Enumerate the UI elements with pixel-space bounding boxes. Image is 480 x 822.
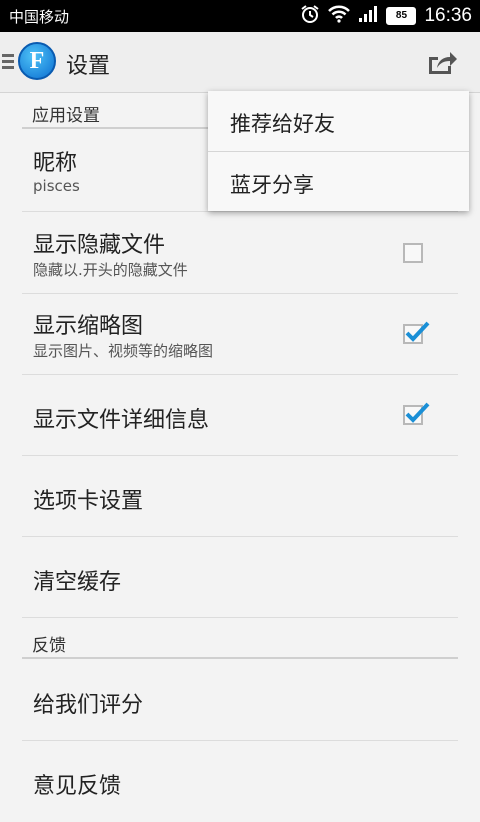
signal-icon xyxy=(358,5,378,27)
check-icon xyxy=(405,321,430,342)
alarm-icon xyxy=(300,4,320,28)
list-item-show-file-details[interactable]: 显示文件详细信息 xyxy=(22,375,458,456)
status-icons: 85 16:36 xyxy=(300,4,472,28)
clock: 16:36 xyxy=(424,5,472,26)
app-logo[interactable]: F xyxy=(18,42,56,80)
list-item-rate-us[interactable]: 给我们评分 xyxy=(22,660,458,741)
menu-item-bluetooth-share[interactable]: 蓝牙分享 xyxy=(208,152,469,212)
battery-icon: 85 xyxy=(386,7,417,25)
share-popup-menu: 推荐给好友 蓝牙分享 xyxy=(208,91,469,211)
show-thumbnails-checkbox[interactable] xyxy=(403,321,430,344)
item-title: 清空缓存 xyxy=(33,570,122,595)
item-title: 选项卡设置 xyxy=(33,489,144,514)
item-title: 意见反馈 xyxy=(33,774,122,799)
show-hidden-checkbox[interactable] xyxy=(403,243,423,263)
item-subtitle: pisces xyxy=(33,177,80,195)
item-subtitle: 隐藏以.开头的隐藏文件 xyxy=(33,261,188,279)
page-title: 设置 xyxy=(66,54,111,79)
list-item-show-hidden-files[interactable]: 显示隐藏文件 隐藏以.开头的隐藏文件 xyxy=(22,213,458,294)
item-title: 昵称 xyxy=(33,151,78,176)
item-title: 显示文件详细信息 xyxy=(33,408,210,433)
share-icon[interactable] xyxy=(426,48,458,76)
check-icon xyxy=(405,402,430,423)
section-header-feedback: 反馈 xyxy=(22,623,458,659)
item-title: 显示隐藏文件 xyxy=(33,233,166,258)
list-item-show-thumbnails[interactable]: 显示缩略图 显示图片、视频等的缩略图 xyxy=(22,294,458,375)
drawer-menu-icon[interactable] xyxy=(2,54,14,70)
item-title: 显示缩略图 xyxy=(33,314,144,339)
item-title: 给我们评分 xyxy=(33,693,144,718)
status-bar: 中国移动 85 16:36 xyxy=(0,0,480,32)
menu-item-recommend-to-friend[interactable]: 推荐给好友 xyxy=(208,91,469,151)
list-item-feedback[interactable]: 意见反馈 xyxy=(22,741,458,822)
carrier-name: 中国移动 xyxy=(9,8,70,26)
wifi-icon xyxy=(328,5,351,27)
item-subtitle: 显示图片、视频等的缩略图 xyxy=(33,342,214,360)
list-item-tab-settings[interactable]: 选项卡设置 xyxy=(22,456,458,537)
list-item-clear-cache[interactable]: 清空缓存 xyxy=(22,537,458,618)
action-bar: F 设置 xyxy=(0,32,480,93)
show-details-checkbox[interactable] xyxy=(403,402,430,425)
